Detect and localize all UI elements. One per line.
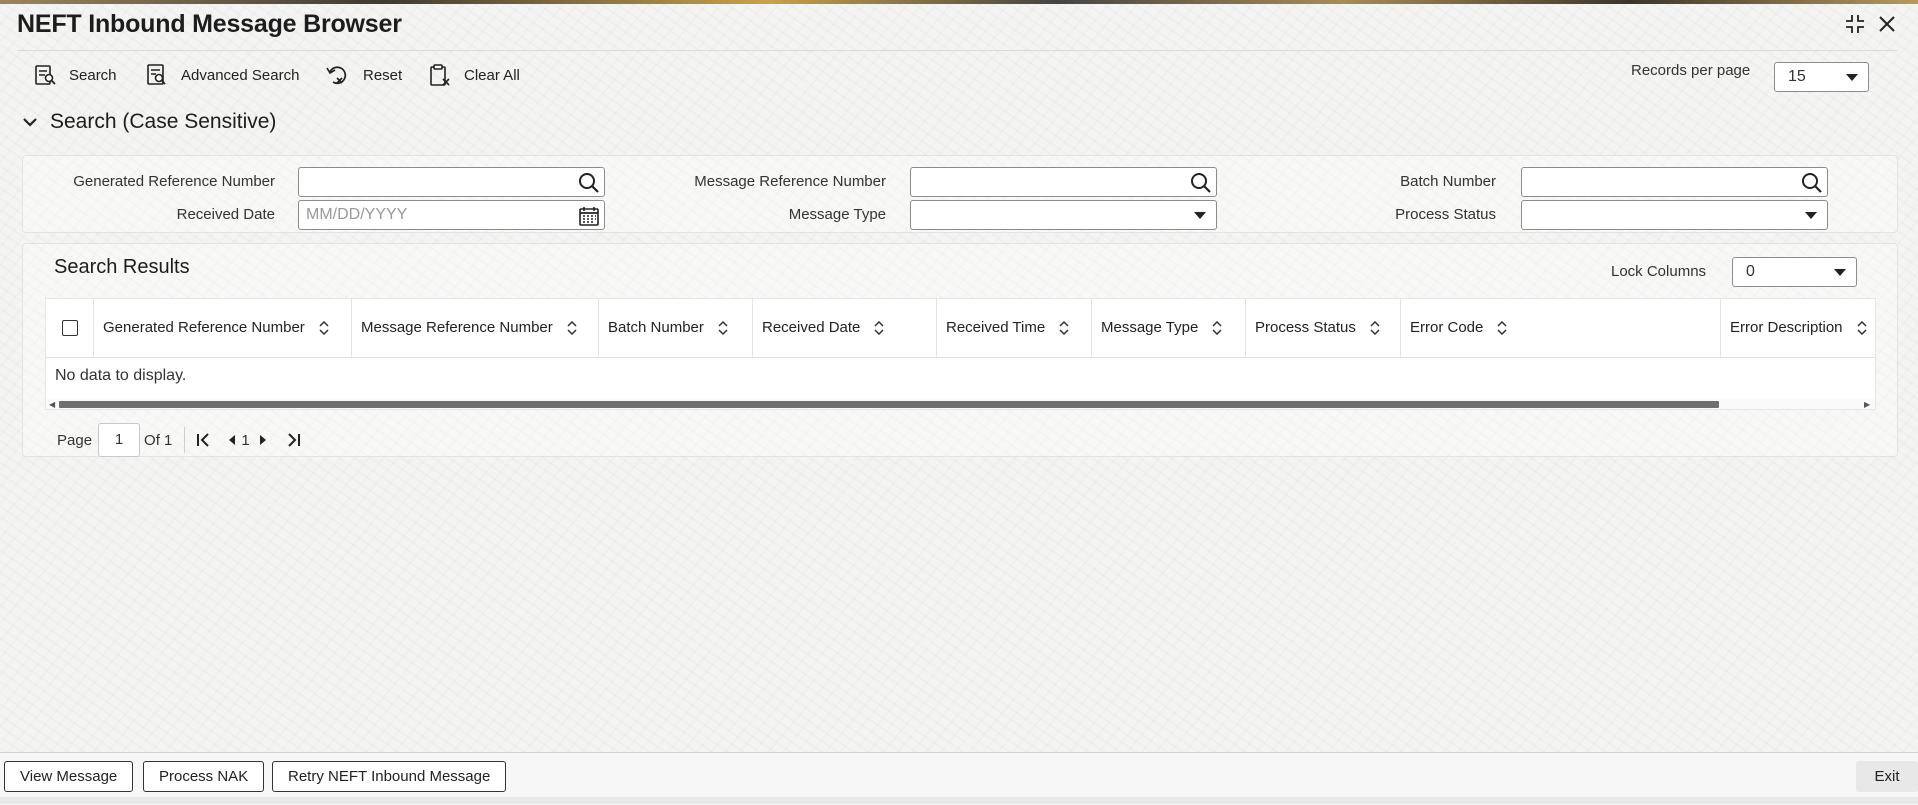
column-header-process-status[interactable]: Process Status xyxy=(1246,299,1401,357)
column-header-error-description[interactable]: Error Description xyxy=(1721,299,1875,357)
clear-all-button[interactable]: Clear All xyxy=(428,62,520,88)
sort-icon[interactable] xyxy=(567,321,577,336)
batch-number-label: Batch Number xyxy=(1400,173,1496,190)
process-status-select[interactable] xyxy=(1521,200,1828,230)
column-header-message-type[interactable]: Message Type xyxy=(1092,299,1246,357)
calendar-icon[interactable] xyxy=(578,205,600,227)
horizontal-scrollbar[interactable]: ◀ ▶ xyxy=(46,399,1875,409)
process-nak-button[interactable]: Process NAK xyxy=(143,761,265,792)
previous-page-icon[interactable] xyxy=(223,432,241,448)
bottom-strip xyxy=(0,797,1918,804)
sort-icon[interactable] xyxy=(1857,321,1867,336)
column-header-label: Error Code xyxy=(1410,319,1484,336)
generated-ref-input[interactable] xyxy=(298,167,605,197)
window-title: NEFT Inbound Message Browser xyxy=(17,10,402,38)
search-section-toggle[interactable]: Search (Case Sensitive) xyxy=(22,110,276,134)
column-header-label: Error Description xyxy=(1730,319,1843,336)
column-header-label: Received Date xyxy=(762,319,861,336)
lock-columns-value: 0 xyxy=(1746,263,1755,280)
lock-columns-select[interactable]: 0 xyxy=(1732,257,1857,287)
received-date-input[interactable]: MM/DD/YYYY xyxy=(298,200,605,230)
scroll-right-icon[interactable]: ▶ xyxy=(1864,400,1870,409)
exit-button[interactable]: Exit xyxy=(1856,761,1918,792)
page-number-input[interactable]: 1 xyxy=(98,423,141,457)
sort-icon[interactable] xyxy=(1212,321,1222,336)
records-per-page-value: 15 xyxy=(1788,68,1806,85)
search-results-title: Search Results xyxy=(54,256,190,278)
search-button[interactable]: Search xyxy=(33,62,117,88)
sort-icon[interactable] xyxy=(319,321,329,336)
reset-icon xyxy=(326,66,347,85)
column-header-label: Message Reference Number xyxy=(361,319,553,336)
chevron-down-icon xyxy=(1846,74,1858,81)
advanced-search-button[interactable]: Advanced Search xyxy=(145,62,299,88)
records-per-page-label: Records per page xyxy=(1631,62,1751,79)
sort-icon[interactable] xyxy=(874,321,884,336)
received-date-placeholder: MM/DD/YYYY xyxy=(306,206,408,223)
column-header-error-code[interactable]: Error Code xyxy=(1401,299,1721,357)
chevron-down-icon xyxy=(1834,269,1846,276)
table-header-row: Generated Reference Number Message Refer… xyxy=(46,299,1875,358)
column-header-message-ref[interactable]: Message Reference Number xyxy=(352,299,599,357)
last-page-icon[interactable] xyxy=(284,432,302,448)
view-message-button[interactable]: View Message xyxy=(4,761,134,792)
lock-columns-label: Lock Columns xyxy=(1611,263,1707,280)
reset-button-label: Reset xyxy=(363,66,403,84)
search-icon[interactable] xyxy=(1190,172,1212,194)
current-page-indicator: 1 xyxy=(241,431,250,449)
batch-number-input[interactable] xyxy=(1521,167,1828,197)
column-header-label: Process Status xyxy=(1255,319,1356,336)
message-ref-input[interactable] xyxy=(910,167,1217,197)
sort-icon[interactable] xyxy=(1370,321,1380,336)
sort-icon[interactable] xyxy=(718,321,728,336)
page-of-label: Of 1 xyxy=(144,431,173,449)
message-type-label: Message Type xyxy=(788,206,886,223)
clear-all-button-label: Clear All xyxy=(464,66,520,84)
records-per-page-select[interactable]: 15 xyxy=(1774,62,1869,92)
pager-divider xyxy=(184,427,186,453)
next-page-icon[interactable] xyxy=(254,432,272,448)
message-type-select[interactable] xyxy=(910,200,1217,230)
pagination: Page 1 Of 1 1 xyxy=(57,423,302,457)
advanced-search-icon xyxy=(147,64,166,85)
column-header-received-time[interactable]: Received Time xyxy=(937,299,1092,357)
retry-neft-inbound-button[interactable]: Retry NEFT Inbound Message xyxy=(272,761,507,792)
search-icon[interactable] xyxy=(1801,172,1823,194)
select-all-checkbox[interactable] xyxy=(62,320,78,336)
search-form-icon xyxy=(35,65,56,85)
search-button-label: Search xyxy=(69,66,117,84)
generated-ref-label: Generated Reference Number xyxy=(73,173,275,190)
close-icon[interactable] xyxy=(1875,12,1899,36)
column-header-batch-number[interactable]: Batch Number xyxy=(599,299,753,357)
scrollbar-thumb[interactable] xyxy=(59,401,1719,408)
empty-table-message: No data to display. xyxy=(55,367,187,384)
reset-button[interactable]: Reset xyxy=(325,62,402,88)
first-page-icon[interactable] xyxy=(195,432,213,448)
title-divider xyxy=(17,50,1897,51)
chevron-down-icon xyxy=(1194,212,1206,219)
search-icon[interactable] xyxy=(578,172,600,194)
received-date-label: Received Date xyxy=(176,206,275,223)
chevron-down-icon xyxy=(23,118,37,127)
top-banner-strip xyxy=(0,0,1918,4)
process-status-label: Process Status xyxy=(1395,206,1496,223)
results-table: Generated Reference Number Message Refer… xyxy=(45,298,1876,410)
minimize-icon[interactable] xyxy=(1843,12,1867,36)
column-header-received-date[interactable]: Received Date xyxy=(753,299,937,357)
sort-icon[interactable] xyxy=(1497,321,1507,336)
column-header-label: Generated Reference Number xyxy=(103,319,305,336)
column-header-label: Received Time xyxy=(946,319,1046,336)
advanced-search-button-label: Advanced Search xyxy=(181,66,300,84)
clipboard-clear-icon xyxy=(430,64,450,86)
select-all-cell xyxy=(46,299,94,357)
scroll-left-icon[interactable]: ◀ xyxy=(49,400,55,409)
message-ref-label: Message Reference Number xyxy=(694,173,886,190)
column-header-generated-ref[interactable]: Generated Reference Number xyxy=(94,299,352,357)
page-label: Page xyxy=(57,431,93,449)
column-header-label: Message Type xyxy=(1101,319,1199,336)
column-header-label: Batch Number xyxy=(608,319,704,336)
chevron-down-icon xyxy=(1805,212,1817,219)
search-section-title: Search (Case Sensitive) xyxy=(50,110,277,133)
sort-icon[interactable] xyxy=(1059,321,1069,336)
